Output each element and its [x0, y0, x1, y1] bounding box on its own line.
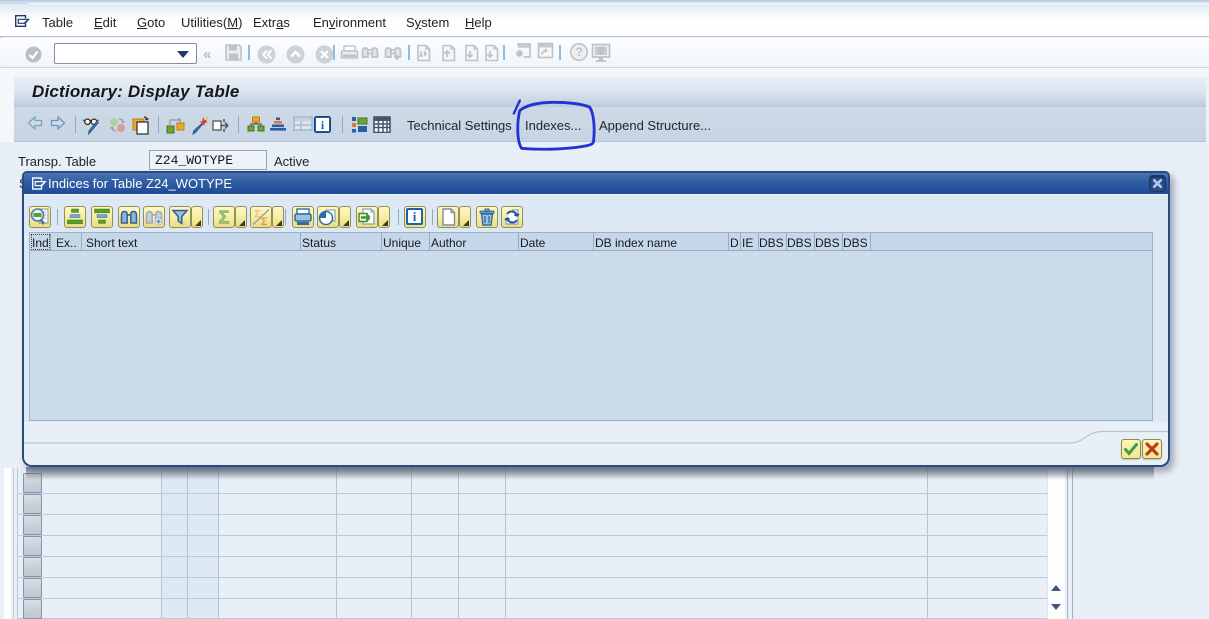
svg-text:Σ: Σ	[219, 208, 230, 228]
svg-text:i: i	[413, 209, 417, 224]
svg-text:Σ: Σ	[261, 216, 268, 227]
svg-text:?: ?	[575, 45, 582, 59]
